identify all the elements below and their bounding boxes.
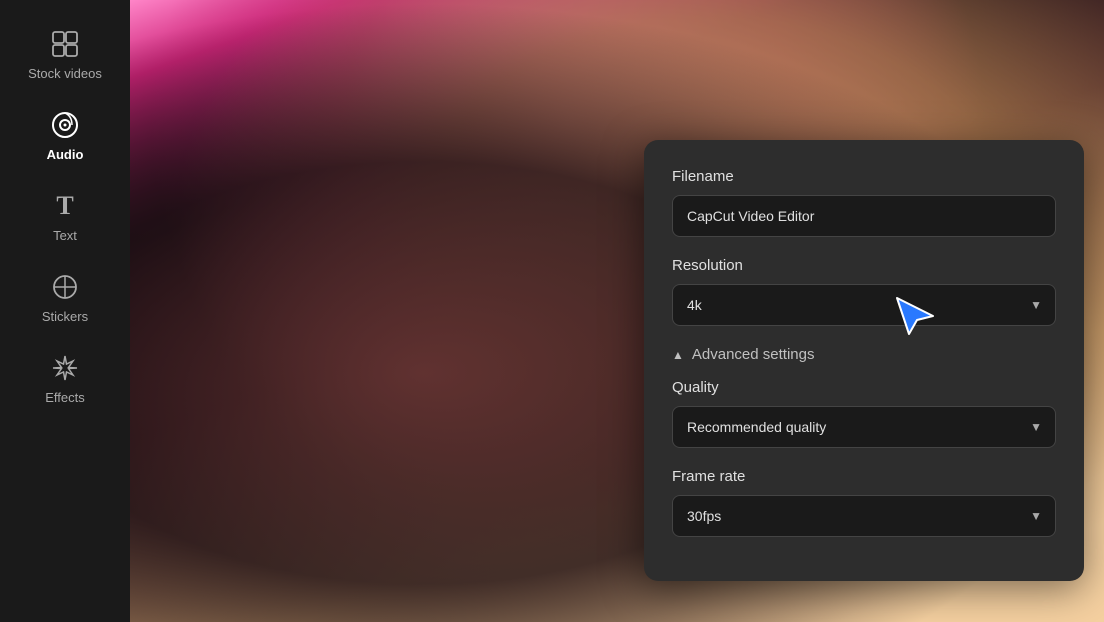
- resolution-select[interactable]: 1080p 2k 4k: [672, 284, 1056, 326]
- resolution-label: Resolution: [672, 257, 1056, 274]
- video-area: Filename Resolution 1080p 2k 4k ▼ ▲ Adva…: [130, 0, 1104, 622]
- sidebar-item-stock-videos[interactable]: Stock videos: [0, 16, 130, 93]
- advanced-settings-toggle[interactable]: ▲ Advanced settings: [672, 346, 1056, 363]
- sidebar-item-text[interactable]: T Text: [0, 178, 130, 255]
- main-container: Stock videos Audio T Text: [0, 0, 1104, 622]
- quality-group: Quality Recommended quality High quality…: [672, 379, 1056, 448]
- quality-select-wrapper: Recommended quality High quality Ultra q…: [672, 406, 1056, 448]
- effects-icon: [49, 352, 81, 384]
- sidebar-item-audio-label: Audio: [47, 147, 84, 162]
- quality-select[interactable]: Recommended quality High quality Ultra q…: [672, 406, 1056, 448]
- sidebar-item-text-label: Text: [53, 228, 77, 243]
- stickers-icon: [49, 271, 81, 303]
- sidebar-item-stock-videos-label: Stock videos: [28, 66, 102, 81]
- stock-videos-icon: [49, 28, 81, 60]
- framerate-select[interactable]: 24fps 25fps 30fps 60fps: [672, 495, 1056, 537]
- sidebar-item-effects-label: Effects: [45, 390, 85, 405]
- text-icon: T: [49, 190, 81, 222]
- filename-input[interactable]: [672, 195, 1056, 237]
- sidebar-item-stickers-label: Stickers: [42, 309, 88, 324]
- export-panel: Filename Resolution 1080p 2k 4k ▼ ▲ Adva…: [644, 140, 1084, 581]
- sidebar-item-stickers[interactable]: Stickers: [0, 259, 130, 336]
- sidebar-item-audio[interactable]: Audio: [0, 97, 130, 174]
- audio-icon: [49, 109, 81, 141]
- framerate-label: Frame rate: [672, 468, 1056, 485]
- framerate-group: Frame rate 24fps 25fps 30fps 60fps ▼: [672, 468, 1056, 537]
- resolution-group: Resolution 1080p 2k 4k ▼: [672, 257, 1056, 326]
- advanced-settings-chevron-icon: ▲: [672, 348, 684, 362]
- sidebar-item-effects[interactable]: Effects: [0, 340, 130, 417]
- advanced-settings-label: Advanced settings: [692, 346, 815, 363]
- framerate-select-wrapper: 24fps 25fps 30fps 60fps ▼: [672, 495, 1056, 537]
- filename-label: Filename: [672, 168, 1056, 185]
- filename-group: Filename: [672, 168, 1056, 237]
- resolution-select-wrapper: 1080p 2k 4k ▼: [672, 284, 1056, 326]
- sidebar: Stock videos Audio T Text: [0, 0, 130, 622]
- quality-label: Quality: [672, 379, 1056, 396]
